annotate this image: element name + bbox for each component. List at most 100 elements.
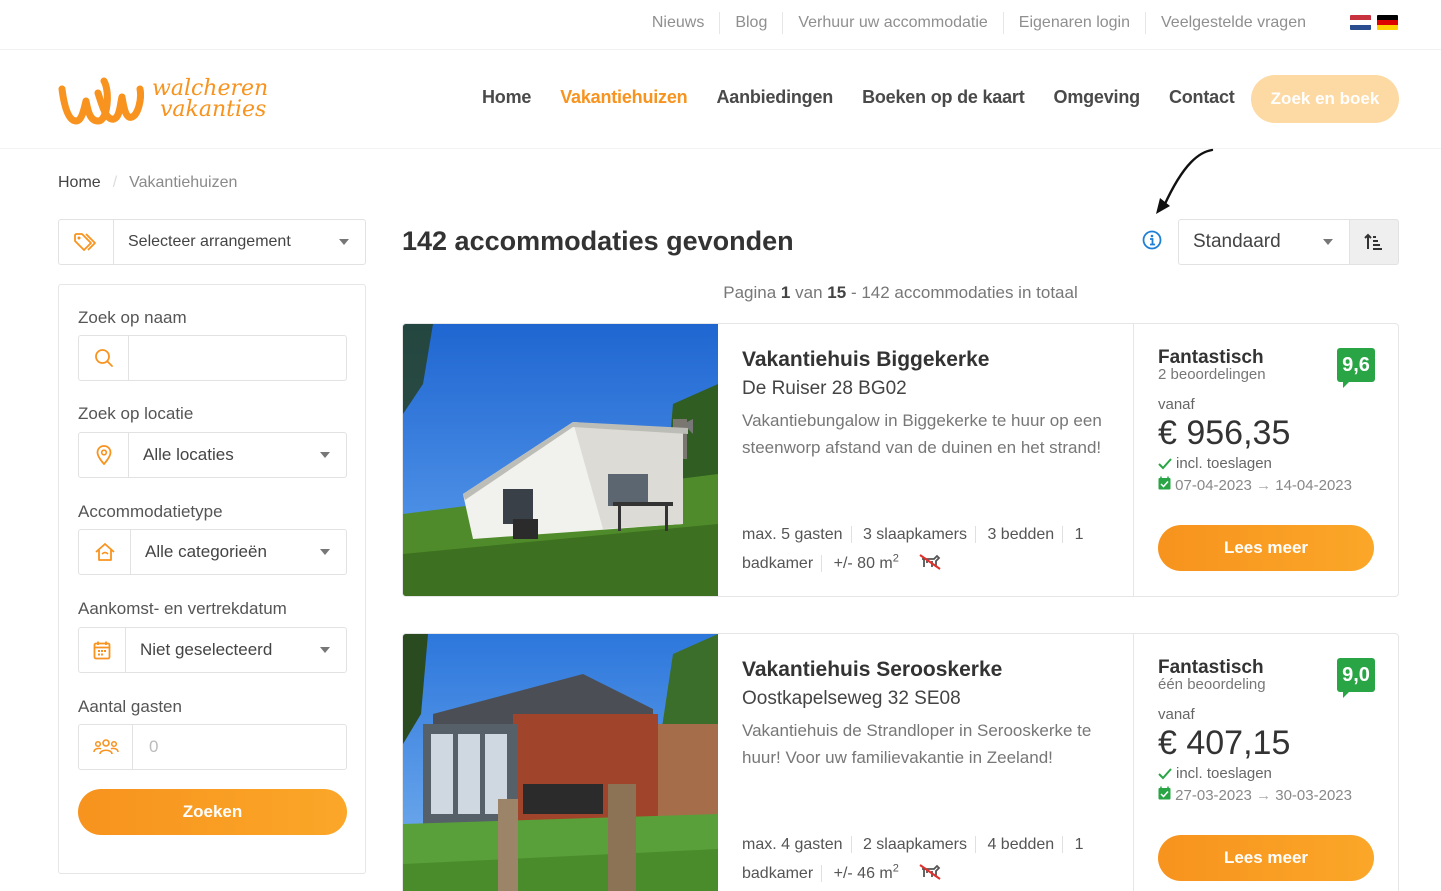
no-pets-icon <box>919 554 941 571</box>
arrow-right-icon: → <box>1256 477 1276 494</box>
home-icon <box>79 530 131 574</box>
nav-boeken-op-de-kaart[interactable]: Boeken op de kaart <box>862 87 1025 108</box>
name-search-field <box>78 335 364 381</box>
check-icon <box>1158 457 1172 469</box>
stay-dates: 27-03-2023 → 30-03-2023 <box>1158 786 1376 804</box>
listing-price-panel: Fantastisch één beoordeling 9,0 vanaf € … <box>1133 634 1398 891</box>
breadcrumb: Home / Vakantiehuizen <box>58 174 237 192</box>
feature-bedrooms: 3 slaapkamers <box>862 526 976 543</box>
listing-title[interactable]: Vakantiehuis Serooskerke <box>742 658 1109 682</box>
price-amount: € 956,35 <box>1158 414 1291 452</box>
location-label: Zoek op locatie <box>78 404 194 423</box>
location-select[interactable]: Alle locaties <box>78 432 347 478</box>
logo-line-1: walcheren <box>152 76 269 101</box>
zoek-en-boek-button[interactable]: Zoek en boek <box>1251 75 1399 123</box>
price-from-label: vanaf <box>1158 706 1195 723</box>
no-pets-icon <box>919 864 941 881</box>
date-from: 27-03-2023 <box>1175 787 1252 804</box>
chevron-down-icon <box>320 647 330 653</box>
calendar-icon <box>79 628 126 672</box>
logo-mark-icon <box>58 77 144 125</box>
date-select[interactable]: Niet geselecteerd <box>78 627 347 673</box>
listing-photo[interactable] <box>403 634 718 891</box>
feature-area: +/- 46 m <box>833 865 893 883</box>
nav-aanbiedingen[interactable]: Aanbiedingen <box>716 87 833 108</box>
arrangement-select-value: Selecteer arrangement <box>128 233 291 250</box>
calendar-check-icon <box>1158 476 1171 490</box>
feature-bedrooms: 2 slaapkamers <box>862 836 976 853</box>
top-link-eigenaren-login[interactable]: Eigenaren login <box>1004 12 1146 34</box>
pagination-prefix: Pagina <box>723 283 777 302</box>
listing-description: Vakantiebungalow in Biggekerke te huur o… <box>742 411 1102 457</box>
lees-meer-button[interactable]: Lees meer <box>1158 525 1374 571</box>
annotation-arrow-icon <box>1156 148 1214 214</box>
filter-panel: Zoek op naam Zoek op locatie Alle locati… <box>58 284 366 874</box>
site-logo[interactable]: walcheren vakanties <box>58 71 268 127</box>
location-select-value: Alle locaties <box>143 445 234 464</box>
date-from: 07-04-2023 <box>1175 477 1252 494</box>
listing-card[interactable]: Vakantiehuis Biggekerke De Ruiser 28 BG0… <box>402 323 1399 597</box>
top-link-verhuur[interactable]: Verhuur uw accommodatie <box>783 12 1004 34</box>
german-flag-icon[interactable] <box>1377 15 1398 30</box>
nav-home[interactable]: Home <box>482 87 531 108</box>
lees-meer-button[interactable]: Lees meer <box>1158 835 1374 881</box>
pagination-mid: van <box>795 283 823 302</box>
listing-description: Vakantiehuis de Strandloper in Seroosker… <box>742 721 1092 767</box>
date-to: 30-03-2023 <box>1275 787 1352 804</box>
top-link-faq[interactable]: Veelgestelde vragen <box>1146 12 1321 34</box>
zoeken-button[interactable]: Zoeken <box>78 789 347 835</box>
map-pin-icon <box>79 433 129 477</box>
top-links: Nieuws Blog Verhuur uw accommodatie Eige… <box>637 12 1321 34</box>
listing-features: max. 5 gasten 3 slaapkamers 3 bedden 1 b… <box>742 526 1084 573</box>
breadcrumb-current: Vakantiehuizen <box>129 174 238 191</box>
logo-line-2: vakanties <box>160 97 267 122</box>
price-amount: € 407,15 <box>1158 724 1291 762</box>
pagination-current: 1 <box>780 283 791 302</box>
date-to: 14-04-2023 <box>1275 477 1352 494</box>
pagination-summary: Pagina 1 van 15 - 142 accommodaties in t… <box>402 283 1399 303</box>
calendar-check-icon <box>1158 786 1171 800</box>
listing-photo[interactable] <box>403 324 718 596</box>
type-select[interactable]: Alle categorieën <box>78 529 347 575</box>
breadcrumb-separator: / <box>112 174 118 191</box>
stay-dates: 07-04-2023 → 14-04-2023 <box>1158 476 1376 494</box>
date-label: Aankomst- en vertrekdatum <box>78 599 287 618</box>
arrow-right-icon: → <box>1256 787 1276 804</box>
main-nav: Home Vakantiehuizen Aanbiedingen Boeken … <box>482 87 1264 108</box>
top-bar: Nieuws Blog Verhuur uw accommodatie Eige… <box>0 0 1441 50</box>
top-link-nieuws[interactable]: Nieuws <box>637 12 721 34</box>
name-search-input[interactable] <box>129 336 364 380</box>
listing-title[interactable]: Vakantiehuis Biggekerke <box>742 348 1109 372</box>
sort-select[interactable]: Standaard <box>1178 219 1350 265</box>
listing-address: De Ruiser 28 BG02 <box>742 378 907 399</box>
sort-direction-button[interactable] <box>1349 219 1399 265</box>
results-count-title: 142 accommodaties gevonden <box>402 226 794 256</box>
price-includes: incl. toeslagen <box>1176 455 1272 472</box>
listing-address: Oostkapelseweg 32 SE08 <box>742 688 961 709</box>
chevron-down-icon <box>339 239 349 245</box>
dutch-flag-icon[interactable] <box>1350 15 1371 30</box>
price-includes: incl. toeslagen <box>1176 765 1272 782</box>
pagination-suffix: - 142 accommodaties in totaal <box>850 283 1078 302</box>
nav-contact[interactable]: Contact <box>1169 87 1235 108</box>
feature-area: +/- 80 m <box>833 555 893 573</box>
rating-score-badge: 9,0 <box>1337 658 1375 698</box>
info-icon[interactable] <box>1142 230 1162 255</box>
feature-beds: 3 bedden <box>987 526 1064 543</box>
language-switcher <box>1350 15 1398 30</box>
tag-icon <box>59 220 114 264</box>
main-header: walcheren vakanties Home Vakantiehuizen … <box>0 51 1441 149</box>
feature-beds: 4 bedden <box>987 836 1064 853</box>
sort-ascending-icon <box>1364 233 1382 250</box>
listing-body: Vakantiehuis Serooskerke Oostkapelseweg … <box>718 634 1133 891</box>
listing-card[interactable]: Vakantiehuis Serooskerke Oostkapelseweg … <box>402 633 1399 891</box>
check-icon <box>1158 767 1172 779</box>
top-link-blog[interactable]: Blog <box>720 12 784 34</box>
type-label: Accommodatietype <box>78 502 223 521</box>
arrangement-select[interactable]: Selecteer arrangement <box>58 219 366 265</box>
nav-omgeving[interactable]: Omgeving <box>1054 87 1141 108</box>
nav-vakantiehuizen[interactable]: Vakantiehuizen <box>560 87 687 108</box>
guests-input[interactable]: 0 <box>133 737 346 757</box>
feature-guests: max. 5 gasten <box>742 526 852 543</box>
breadcrumb-home[interactable]: Home <box>58 174 101 192</box>
